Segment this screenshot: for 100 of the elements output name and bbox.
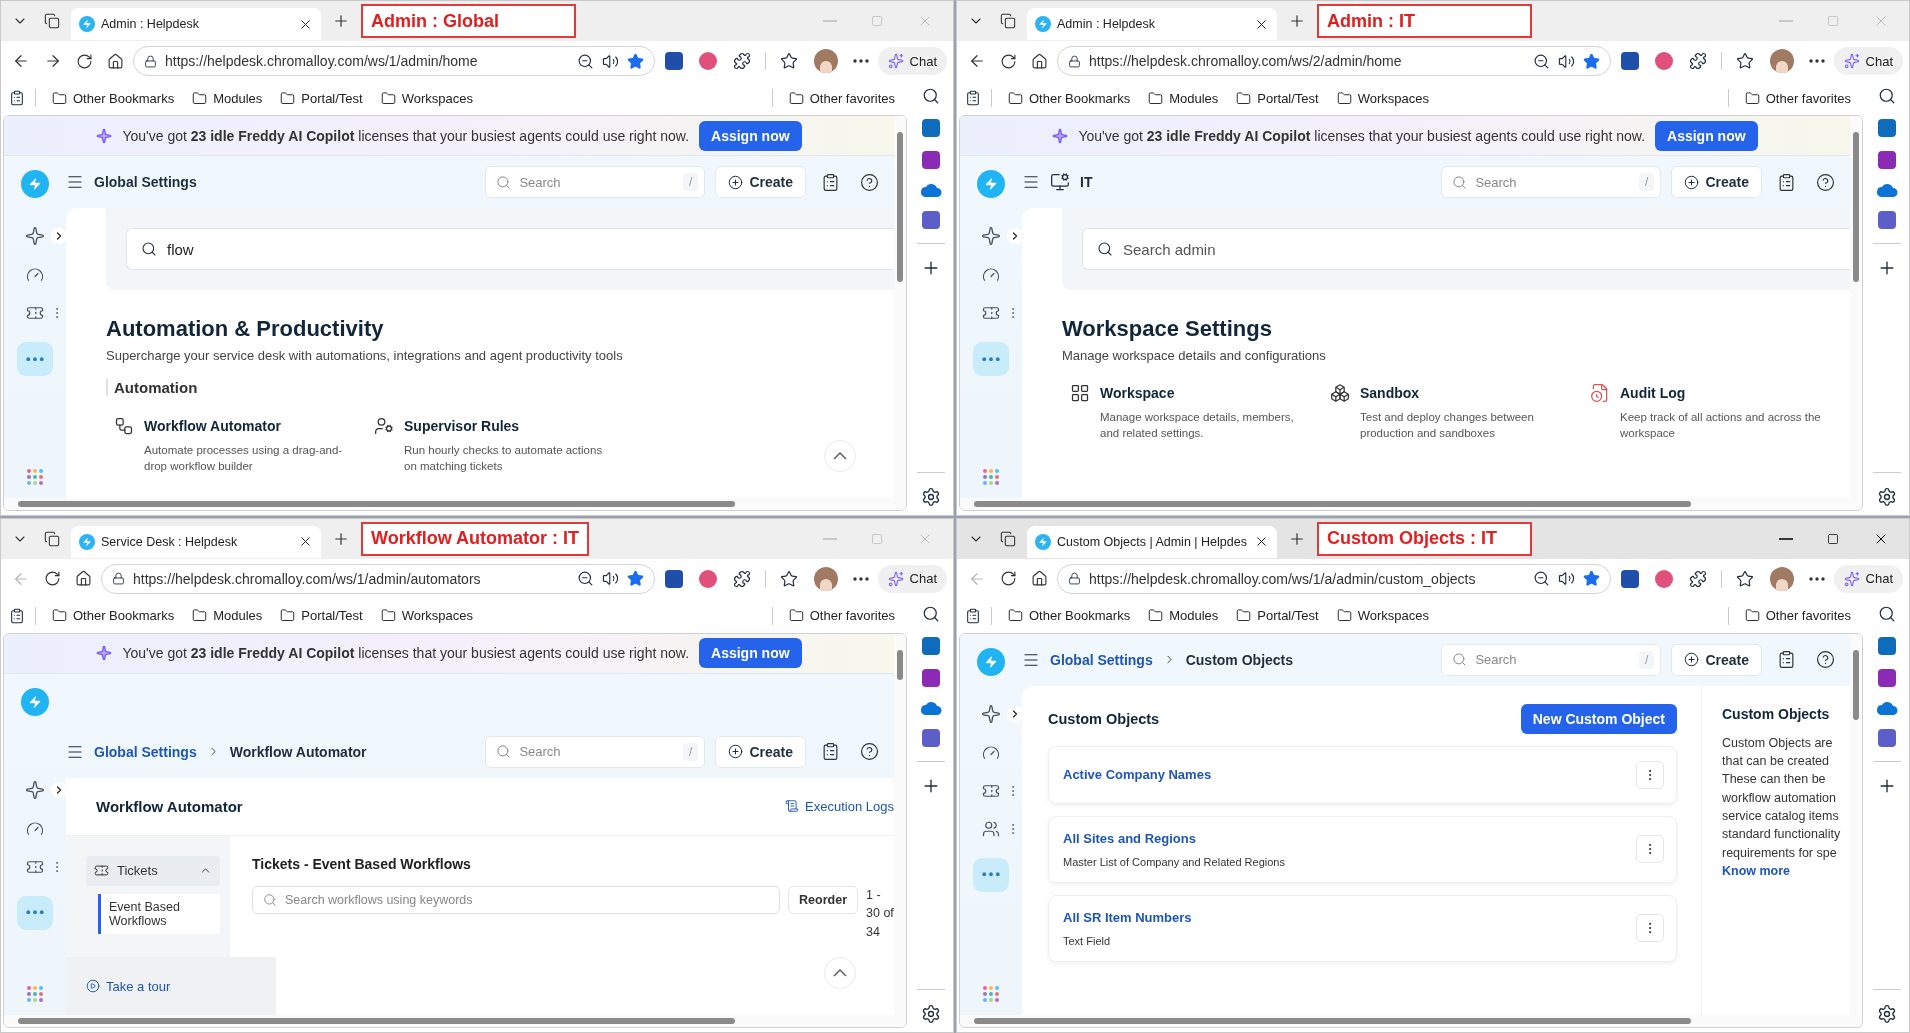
copilot-chat-button[interactable]: Chat [1833,564,1903,593]
bookmark-folder[interactable]: Workspaces [1330,87,1435,109]
bookmark-folder[interactable]: Portal/Test [1230,605,1325,626]
shortcut-key: / [683,742,699,761]
global-search-field[interactable]: Search / [1441,166,1662,198]
section-heading: Automation & Productivity [106,316,385,342]
card-title[interactable]: Workflow Automator [144,418,350,434]
global-search-field[interactable]: Search / [485,166,706,198]
nav-group[interactable]: Tickets [86,855,220,886]
assign-now-button[interactable]: Assign now [699,120,802,151]
object-description: Master List of Company and Related Regions [1063,855,1286,868]
section-heading: Workspace Settings [1062,316,1273,342]
page-title: Workflow Automator [96,797,243,815]
card-title[interactable]: Supervisor Rules [404,418,610,434]
pagination-text: 1 - 30 of 34 [866,886,894,941]
address-bar[interactable]: https://helpdesk.chromalloy.com/ws/1/a/admin/custom_objects [1057,563,1611,594]
annotation-label: Custom Objects : IT [1317,521,1532,556]
bookmark-folder[interactable]: Portal/Test [274,87,369,109]
assign-now-button[interactable]: Assign now [699,638,802,668]
browser-tab[interactable]: Custom Objects | Admin | Helpdes [1027,525,1277,558]
address-bar[interactable]: https://helpdesk.chromalloy.com/ws/2/admin/home [1057,46,1611,76]
section-subtitle: Supercharge your service desk with automations, integrations and agent productivity tools [106,348,624,363]
page-title: Custom Objects [1048,710,1160,727]
browser-tab[interactable]: Admin : Helpdesk [1027,8,1277,40]
other-favorites-folder[interactable]: Other favorites [1738,605,1857,626]
object-name[interactable]: All SR Item Numbers [1063,909,1626,925]
bookmark-folder[interactable]: Other Bookmarks [46,87,181,109]
search-placeholder: Search admin [1123,240,1216,258]
create-button[interactable]: Create [1671,166,1762,198]
section-subtitle: Manage workspace details and configurations [1062,348,1327,363]
address-bar[interactable]: https://helpdesk.chromalloy.com/ws/1/admin/home [133,46,655,76]
bookmark-folder[interactable]: Other Bookmarks [1002,87,1137,109]
copilot-chat-button[interactable]: Chat [877,47,947,75]
address-bar[interactable]: https://helpdesk.chromalloy.com/ws/1/admin/automators [101,563,655,594]
browser-tab[interactable]: Service Desk : Helpdesk [71,525,321,558]
info-text: workflow automation [1722,790,1837,805]
bookmark-folder[interactable]: Modules [186,87,269,109]
bookmark-folder[interactable]: Modules [1142,605,1225,626]
copilot-chat-button[interactable]: Chat [1833,47,1903,75]
breadcrumb-link[interactable]: Global Settings [1050,651,1153,668]
nav-item[interactable]: Event Based Workflows [98,893,220,934]
bookmark-folder[interactable]: Workspaces [1330,605,1435,626]
other-favorites-folder[interactable]: Other favorites [782,605,901,626]
admin-search-field[interactable]: flow [126,228,894,270]
info-text: standard functionality [1722,827,1842,842]
info-text: Custom Objects are [1722,735,1834,750]
new-custom-object-button[interactable]: New Custom Object [1520,703,1677,734]
info-text: These can then be [1722,772,1827,787]
banner-text: You've got 23 idle Freddy AI Copilot licenses that your busiest agents could use right now. [122,645,689,661]
shortcut-key: / [1639,650,1655,669]
assign-now-button[interactable]: Assign now [1655,120,1758,151]
annotation-label: Admin : IT [1317,4,1532,38]
bookmark-folder[interactable]: Modules [1142,87,1225,109]
bookmark-folder[interactable]: Other Bookmarks [46,605,181,626]
card-title[interactable]: Sandbox [1360,385,1566,401]
workflow-search-field[interactable]: Search workflows using keywords [252,885,781,914]
object-description: Text Field [1063,934,1112,947]
bookmark-folder[interactable]: Portal/Test [1230,87,1325,109]
info-text: service catalog items [1722,809,1840,824]
breadcrumb-current: Custom Objects [1185,651,1294,668]
card-description: Keep track of all actions and across the workspace [1620,410,1822,442]
breadcrumb-link[interactable]: Global Settings [94,743,197,760]
create-button[interactable]: Create [1671,643,1762,676]
bookmark-folder[interactable]: Other Bookmarks [1002,605,1137,626]
browser-tab[interactable]: Admin : Helpdesk [71,8,321,40]
card-description: Automate processes using a drag-and-drop workflow builder [144,443,344,475]
bookmark-folder[interactable]: Modules [186,605,269,626]
bookmark-folder[interactable]: Portal/Test [274,605,369,626]
annotation-label: Workflow Automator : IT [361,521,589,556]
card-title[interactable]: Audit Log [1620,385,1826,401]
bookmark-folder[interactable]: Workspaces [374,605,479,626]
section-heading: Tickets - Event Based Workflows [252,855,472,872]
shortcut-key: / [683,173,699,191]
subsection-heading: Automation [106,379,854,396]
breadcrumb-current: IT [1080,174,1093,190]
banner-text: You've got 23 idle Freddy AI Copilot licenses that your busiest agents could use right now. [1078,127,1645,144]
global-search-field[interactable]: Search / [485,735,706,768]
card-title[interactable]: Workspace [1100,385,1306,401]
info-text: that can be created [1722,753,1831,769]
reorder-button[interactable]: Reorder [788,885,858,914]
create-button[interactable]: Create [715,166,806,198]
other-favorites-folder[interactable]: Other favorites [782,87,901,109]
object-name[interactable]: Active Company Names [1063,767,1626,782]
take-a-tour-link[interactable]: Take a tour [86,978,171,994]
execution-logs-link[interactable]: Execution Logs [785,798,894,814]
search-value: flow [167,240,194,258]
card-description: Test and deploy changes between production and sandboxes [1360,410,1535,442]
info-title: Custom Objects [1722,705,1831,722]
breadcrumb-current: Workflow Automator [229,743,367,760]
admin-search-field[interactable]: Search admin [1082,228,1850,270]
bookmark-folder[interactable]: Workspaces [374,87,479,109]
know-more-link[interactable]: Know more [1722,864,1850,879]
annotation-label: Admin : Global [361,4,576,38]
create-button[interactable]: Create [715,735,806,768]
info-text: requirements for spe [1722,845,1838,861]
banner-text: You've got 23 idle Freddy AI Copilot licenses that your busiest agents could use right now. [122,127,689,144]
copilot-chat-button[interactable]: Chat [877,564,947,593]
global-search-field[interactable]: Search / [1441,643,1662,676]
other-favorites-folder[interactable]: Other favorites [1738,87,1857,109]
object-name[interactable]: All Sites and Regions [1063,830,1626,846]
